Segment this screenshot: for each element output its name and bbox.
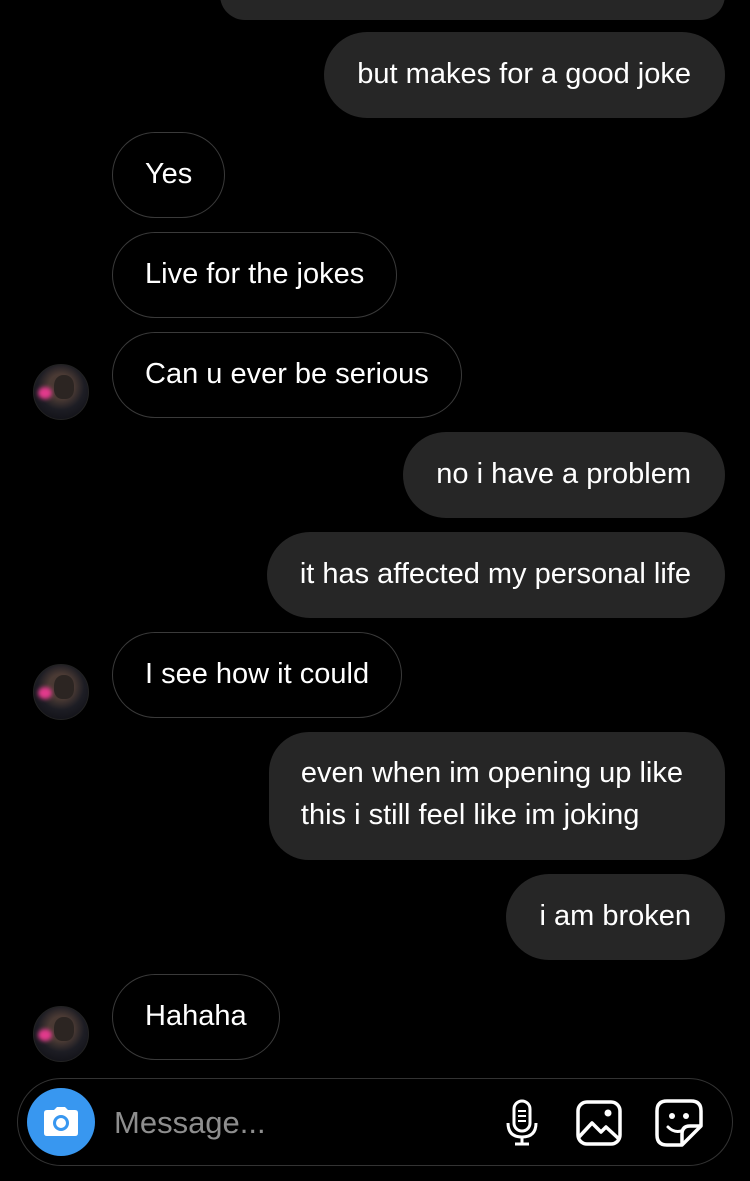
message-received[interactable]: Live for the jokes	[112, 232, 398, 318]
message-text: Yes	[145, 158, 193, 190]
message-text-line: even when im opening up like	[300, 757, 683, 789]
message-received[interactable]: Yes	[112, 132, 226, 218]
contact-avatar[interactable]	[33, 664, 89, 720]
gallery-button[interactable]	[573, 1097, 625, 1149]
message-sent[interactable]: but makes for a good joke	[324, 32, 725, 118]
camera-button[interactable]	[27, 1088, 95, 1156]
message-text: no i have a problem	[436, 458, 691, 490]
sticker-icon	[655, 1099, 703, 1147]
contact-avatar[interactable]	[33, 1006, 89, 1062]
message-sent[interactable]: no i have a problem	[403, 432, 725, 518]
message-sent[interactable]: even when im opening up like this i stil…	[268, 732, 725, 860]
message-text: Hahaha	[145, 1000, 247, 1032]
microphone-button[interactable]	[496, 1097, 548, 1149]
message-text: it has affected my personal life	[299, 558, 691, 590]
gallery-icon	[576, 1100, 622, 1146]
message-input[interactable]	[112, 1100, 476, 1146]
message-text: i am broken	[539, 900, 691, 932]
message-text: I see how it could	[145, 658, 370, 690]
message-text-line: this i still feel like im joking	[300, 799, 640, 831]
message-received[interactable]: Hahaha	[112, 974, 280, 1060]
message-sent[interactable]: it has affected my personal life	[266, 532, 725, 618]
message-composer	[17, 1078, 733, 1166]
sticker-button[interactable]	[653, 1097, 705, 1149]
contact-avatar[interactable]	[33, 364, 89, 420]
message-received[interactable]: Can u ever be serious	[112, 332, 462, 418]
message-text: Live for the jokes	[145, 258, 365, 290]
message-received[interactable]: I see how it could	[112, 632, 403, 718]
message-sent[interactable]: i am broken	[506, 874, 725, 960]
message-text: Can u ever be serious	[145, 358, 429, 390]
microphone-icon	[506, 1099, 538, 1146]
message-text: but makes for a good joke	[357, 58, 691, 90]
previous-message-bubble	[220, 0, 725, 20]
camera-icon	[44, 1107, 78, 1136]
